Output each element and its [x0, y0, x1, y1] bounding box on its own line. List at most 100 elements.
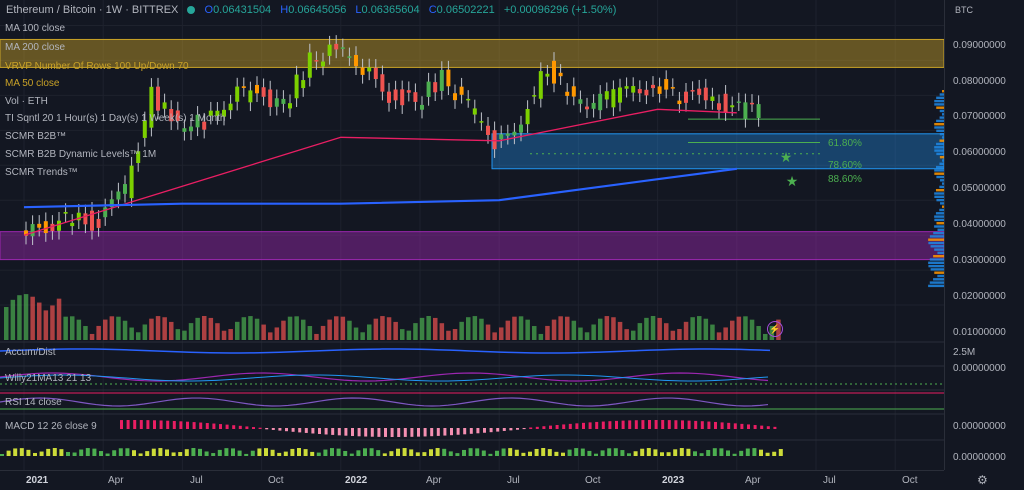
legend-ma200[interactable]: MA 200 close [5, 42, 65, 53]
macd-histogram-bar [159, 420, 163, 429]
legend-scmr-b2b[interactable]: SCMR B2B™ [5, 131, 66, 142]
momentum-bar [217, 449, 222, 456]
momentum-bar [706, 450, 711, 456]
zone-support-lower [0, 231, 945, 261]
volume-bar [763, 333, 768, 340]
volume-bar [162, 317, 167, 340]
lightning-icon[interactable]: ⚡ [767, 321, 783, 337]
momentum-bar [732, 453, 737, 456]
legend-volume[interactable]: Vol · ETH [5, 96, 48, 107]
momentum-bar [508, 448, 513, 456]
legend-ma100[interactable]: MA 100 close [5, 23, 65, 34]
candle-body [162, 102, 167, 109]
momentum-bar [422, 452, 427, 456]
volume-profile-bar [936, 106, 944, 109]
candle-body [618, 87, 622, 103]
candle-body [228, 103, 233, 111]
price-tick: 0.06000000 [953, 147, 1006, 158]
legend-scmr-dynamic[interactable]: SCMR B2B Dynamic Levels™ 1M [5, 149, 156, 160]
momentum-bar [211, 453, 216, 456]
volume-bar [129, 327, 134, 340]
price-scale[interactable]: BTC 0.09000000 0.08000000 0.07000000 0.0… [944, 0, 1024, 470]
volume-bar [89, 333, 95, 340]
volume-profile-bar [936, 152, 944, 156]
legend-accum-dist[interactable]: Accum/Dist [5, 347, 56, 358]
volume-bar [208, 317, 214, 340]
macd-histogram-bar [423, 428, 427, 437]
volume-bar [558, 316, 563, 340]
star-icon: ★ [786, 174, 799, 190]
momentum-bar [646, 448, 651, 456]
momentum-bar [6, 450, 11, 456]
macd-histogram-bar [582, 422, 585, 429]
candle-body [268, 89, 273, 108]
candle-body [604, 91, 609, 100]
volume-profile-bar [933, 278, 944, 281]
volume-bar [307, 326, 313, 340]
price-tick: 0.02000000 [953, 291, 1006, 302]
volume-bar [406, 330, 412, 340]
price-tick: 0.07000000 [953, 111, 1006, 122]
momentum-bar [633, 451, 638, 456]
legend-ti-sequential[interactable]: TI Sqntl 20 1 Hour(s) 1 Day(s) 1 Week(s)… [5, 113, 225, 124]
chart-canvas[interactable]: ★★ [0, 0, 1024, 489]
candle-body [512, 131, 517, 136]
candle-body [63, 212, 68, 214]
time-tick: Oct [585, 475, 601, 486]
volume-bar [202, 316, 207, 340]
volume-bar [294, 316, 299, 340]
volume-profile-bar [929, 258, 944, 261]
volume-bar [551, 319, 557, 340]
momentum-bar [151, 448, 156, 456]
fib-label-886: 88.60% [828, 174, 862, 185]
momentum-bar [547, 449, 552, 456]
legend-vrvp[interactable]: VRVP Number Of Rows 100 Up/Down 70 [5, 61, 189, 72]
price-tick: 0.04000000 [953, 219, 1006, 230]
legend-willy[interactable]: Willy21MA13 21 13 [5, 373, 91, 384]
volume-bar [10, 299, 16, 340]
time-tick: Oct [902, 475, 918, 486]
currency-label[interactable]: BTC [955, 5, 973, 15]
macd-histogram-bar [443, 428, 447, 436]
candle-body [400, 89, 405, 106]
volume-bar [518, 316, 524, 340]
momentum-bar [409, 449, 414, 456]
macd-histogram-bar [278, 428, 282, 431]
macd-histogram-bar [172, 420, 176, 429]
volume-bar [512, 316, 517, 340]
volume-bar [274, 327, 280, 340]
rsi-line [0, 397, 769, 407]
legend-ma50[interactable]: MA 50 close [5, 78, 59, 89]
macd-histogram-bar [205, 423, 209, 429]
momentum-bar [316, 452, 321, 456]
time-tick: Apr [108, 475, 124, 486]
candle-body [453, 93, 457, 101]
momentum-bar [231, 448, 235, 456]
legend-macd[interactable]: MACD 12 26 close 9 [5, 421, 97, 432]
macd-histogram-bar [337, 428, 341, 436]
macd-histogram-bar [489, 428, 493, 433]
candle-body [730, 105, 735, 108]
volume-bar [710, 324, 715, 340]
macd-histogram-bar [179, 421, 183, 429]
candle-body [750, 102, 754, 105]
volume-bar [235, 321, 240, 340]
time-axis[interactable]: 2021 Apr Jul Oct 2022 Apr Jul Oct 2023 A… [0, 470, 944, 490]
macd-histogram-bar [707, 421, 711, 429]
volume-bar [50, 305, 55, 340]
macd-histogram-bar [139, 420, 143, 429]
macd-histogram-bar [549, 425, 552, 429]
volume-bar [116, 316, 121, 340]
legend-rsi[interactable]: RSI 14 close [5, 397, 62, 408]
gear-icon[interactable]: ⚙ [977, 473, 988, 487]
volume-bar [327, 319, 332, 340]
volume-bar [122, 320, 128, 340]
legend-scmr-trends[interactable]: SCMR Trends™ [5, 167, 78, 178]
volume-bar [96, 325, 101, 340]
change-value: +0.00096296 (+1.50%) [503, 4, 617, 16]
candle-body [446, 69, 451, 87]
symbol-title[interactable]: Ethereum / Bitcoin · 1W · BITTREX [6, 4, 178, 16]
volume-bar [70, 316, 75, 340]
volume-bar [479, 318, 484, 340]
open-label: O [204, 4, 214, 16]
